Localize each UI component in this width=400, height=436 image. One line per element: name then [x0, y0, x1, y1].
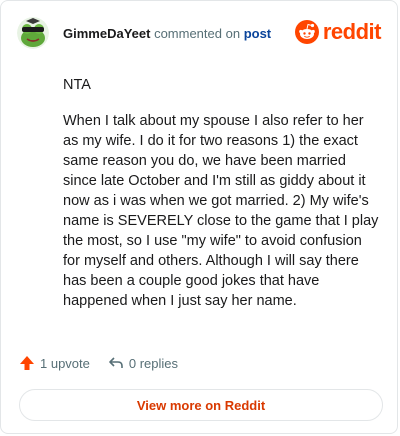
upvote-arrow-icon [20, 356, 34, 370]
comment-attribution: GimmeDaYeet commented on post [63, 26, 271, 41]
view-more-button[interactable]: View more on Reddit [19, 389, 383, 421]
comment-body: NTA When I talk about my spouse I also r… [63, 75, 379, 327]
comment-embed-card: GimmeDaYeet commented on post reddit NTA… [0, 0, 398, 434]
reply-arrow-icon [109, 357, 123, 368]
reddit-wordmark: reddit [322, 19, 382, 44]
comment-paragraph: NTA [63, 77, 91, 93]
reddit-logo[interactable]: reddit [294, 19, 382, 44]
attribution-verb: commented on [154, 25, 241, 41]
upvote-count: 1 upvote [40, 355, 90, 371]
username-link[interactable]: GimmeDaYeet [63, 26, 150, 41]
comment-paragraph: When I talk about my spouse I also refer… [63, 113, 379, 309]
frog-avatar-icon [17, 17, 49, 49]
upvote-button[interactable]: 1 upvote [19, 355, 90, 371]
comment-header: GimmeDaYeet commented on post reddit [17, 15, 382, 51]
comment-actions: 1 upvote 0 replies [19, 355, 178, 371]
reddit-snoo-icon [294, 20, 319, 44]
reply-count: 0 replies [128, 355, 179, 371]
post-link[interactable]: post [244, 26, 271, 41]
reply-button[interactable]: 0 replies [108, 355, 178, 371]
user-avatar[interactable] [17, 17, 49, 49]
